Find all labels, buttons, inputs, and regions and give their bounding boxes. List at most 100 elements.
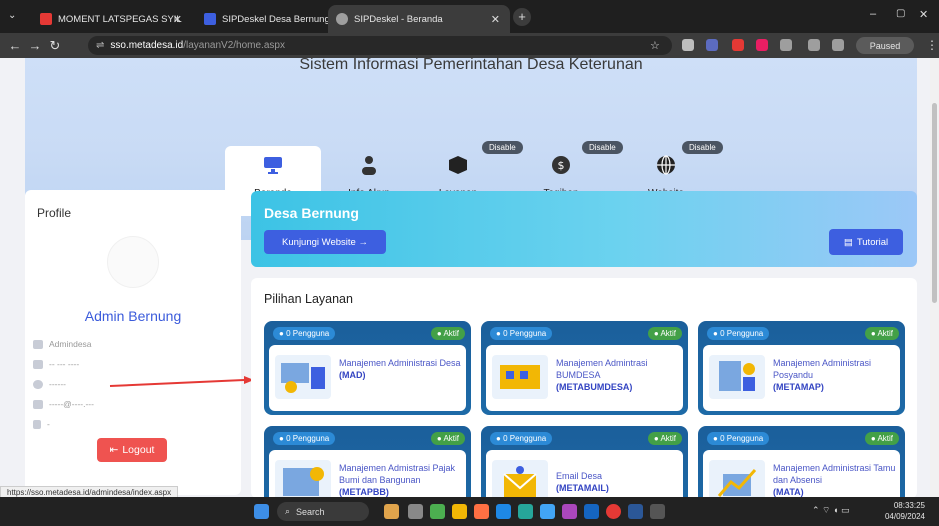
address-bar[interactable]: ⇌ sso.metadesa.id /layananV2/home.aspx — [88, 36, 672, 55]
search-label: Search — [296, 506, 325, 517]
reload-icon[interactable]: ↻ — [44, 38, 66, 54]
scrollbar-thumb[interactable] — [932, 103, 937, 303]
app-icon[interactable] — [408, 504, 423, 519]
dollar-icon: $ — [552, 156, 570, 174]
annotation-arrow — [109, 376, 254, 387]
app-icon[interactable] — [650, 504, 665, 519]
users-badge: ● 0 Pengguna — [490, 432, 553, 445]
back-icon[interactable]: ← — [4, 38, 26, 53]
paused-label: Paused — [869, 40, 901, 51]
app-icon[interactable] — [384, 504, 399, 519]
globe-icon — [657, 155, 675, 175]
tab-list-chevron-icon[interactable]: ⌄ — [8, 10, 16, 21]
extension-icon[interactable] — [706, 39, 718, 51]
tab-label: SIPDeskel Desa Bernung — [222, 13, 330, 25]
service-illustration — [275, 355, 331, 399]
menu-kebab-icon[interactable]: ⋮ — [926, 38, 938, 52]
status-badge: ● Aktif — [864, 327, 899, 340]
service-card-metapbb[interactable]: ● 0 Pengguna ● Aktif Manajemen Admistras… — [264, 426, 471, 497]
service-card-metamail[interactable]: ● 0 Pengguna ● Aktif Email Desa (METAMAIL… — [481, 426, 688, 497]
page-viewport: Sistem Informasi Pemerintahan Desa Keter… — [0, 58, 939, 497]
tray-icons[interactable]: ⌃ ⌔ ◖ ▭ — [812, 505, 849, 516]
status-badge: ● Aktif — [647, 432, 682, 445]
service-name: Manajemen Admintrasi BUMDESA (METABUMDESA… — [556, 357, 680, 393]
minimize-icon[interactable]: – — [870, 8, 876, 20]
service-code: (MATA) — [773, 487, 804, 497]
app-icon[interactable] — [540, 504, 555, 519]
new-tab-button[interactable]: + — [513, 8, 531, 26]
service-code: (METAPBB) — [339, 487, 389, 497]
users-badge: ● 0 Pengguna — [490, 327, 553, 340]
file-explorer-icon[interactable] — [452, 504, 467, 519]
url-path: /layananV2/home.aspx — [183, 40, 285, 51]
chrome-icon[interactable] — [606, 504, 621, 519]
profile-title: Profile — [37, 206, 72, 220]
tab-moment[interactable]: MOMENT LATSPEGAS SYIL ✕ — [32, 5, 192, 33]
service-name: Manajemen Administrasi Desa (MAD) — [339, 357, 463, 381]
forward-icon[interactable]: → — [24, 38, 46, 53]
id-card-icon — [33, 339, 43, 349]
extension-icon[interactable] — [756, 39, 768, 51]
profile-role: Admindesa — [33, 339, 92, 349]
app-icon[interactable] — [518, 504, 533, 519]
users-badge: ● 0 Pengguna — [273, 327, 336, 340]
restore-icon[interactable]: ▢ — [896, 8, 905, 19]
site-info-icon[interactable]: ⇌ — [96, 40, 104, 51]
users-count: 0 Pengguna — [286, 329, 330, 338]
tab-label: MOMENT LATSPEGAS SYIL — [58, 13, 182, 25]
windows-start-icon[interactable] — [254, 504, 269, 519]
user-icon — [362, 156, 376, 175]
service-title: Manajemen Administrasi Posyandu — [773, 358, 872, 380]
location-text: ------ — [49, 379, 66, 389]
close-window-icon[interactable]: ✕ — [919, 8, 928, 21]
tab-sipdeskel-beranda[interactable]: SIPDeskel - Beranda ✕ — [328, 5, 510, 33]
book-icon: ▤ — [843, 236, 853, 248]
role-text: Admindesa — [49, 339, 92, 349]
clock[interactable]: 08:33:25 04/09/2024 — [885, 500, 925, 522]
profile-location: ------ — [33, 379, 66, 389]
card-body: Manajemen Administrasi Desa (MAD) — [269, 345, 466, 411]
close-icon[interactable]: ✕ — [491, 13, 500, 26]
card-body: Manajemen Administrasi Tamu dan Absensi (… — [703, 450, 900, 497]
service-card-metabumdesa[interactable]: ● 0 Pengguna ● Aktif Manajemen Admintras… — [481, 321, 688, 415]
status-badge: ● Aktif — [864, 432, 899, 445]
reading-list-icon[interactable] — [808, 39, 820, 51]
site-icon — [204, 13, 216, 25]
card-body: Manajemen Administrasi Posyandu (METAMAP) — [703, 345, 900, 411]
status-badge: ● Aktif — [430, 432, 465, 445]
service-name: Manajemen Admistrasi Pajak Bumi dan Bang… — [339, 462, 463, 497]
service-card-metamap[interactable]: ● 0 Pengguna ● Aktif Manajemen Administr… — [698, 321, 905, 415]
puzzle-icon[interactable] — [780, 39, 792, 51]
profile-paused-button[interactable]: Paused — [856, 37, 914, 54]
taskbar-search[interactable]: ⌕ Search — [277, 502, 369, 521]
users-count: 0 Pengguna — [503, 329, 547, 338]
close-icon[interactable]: ✕ — [173, 13, 182, 26]
service-card-mad[interactable]: ● 0 Pengguna ● Aktif Manajemen Administr… — [264, 321, 471, 415]
logout-button[interactable]: ⇤ Logout — [97, 438, 167, 462]
app-icon[interactable] — [584, 504, 599, 519]
services-panel: Pilihan Layanan ● 0 Pengguna ● Aktif Man… — [251, 278, 917, 497]
service-code: (MAD) — [339, 370, 366, 380]
app-icon[interactable] — [562, 504, 577, 519]
download-icon[interactable] — [832, 39, 844, 51]
browser-toolbar: ← → ↻ ⇌ sso.metadesa.id /layananV2/home.… — [0, 33, 939, 58]
word-icon[interactable] — [628, 504, 643, 519]
users-count: 0 Pengguna — [720, 329, 764, 338]
extension-icon[interactable] — [682, 39, 694, 51]
monitor-icon — [264, 157, 282, 174]
users-count: 0 Pengguna — [720, 434, 764, 443]
browser-tab-bar: ⌄ MOMENT LATSPEGAS SYIL ✕ SIPDeskel Desa… — [0, 0, 939, 33]
extension-icon[interactable] — [732, 39, 744, 51]
tutorial-button[interactable]: ▤ Tutorial — [829, 229, 903, 255]
visit-label: Kunjungi Website → — [282, 236, 368, 248]
service-card-mata[interactable]: ● 0 Pengguna ● Aktif Manajemen Administr… — [698, 426, 905, 497]
service-code: (METAMAIL) — [556, 483, 609, 493]
users-badge: ● 0 Pengguna — [707, 432, 770, 445]
app-icon[interactable] — [474, 504, 489, 519]
visit-website-button[interactable]: Kunjungi Website → — [264, 230, 386, 254]
tutorial-label: Tutorial — [856, 236, 889, 248]
bookmark-star-icon[interactable]: ☆ — [650, 39, 660, 52]
app-icon[interactable] — [430, 504, 445, 519]
edge-icon[interactable] — [496, 504, 511, 519]
card-body: Email Desa (METAMAIL) — [486, 450, 683, 497]
